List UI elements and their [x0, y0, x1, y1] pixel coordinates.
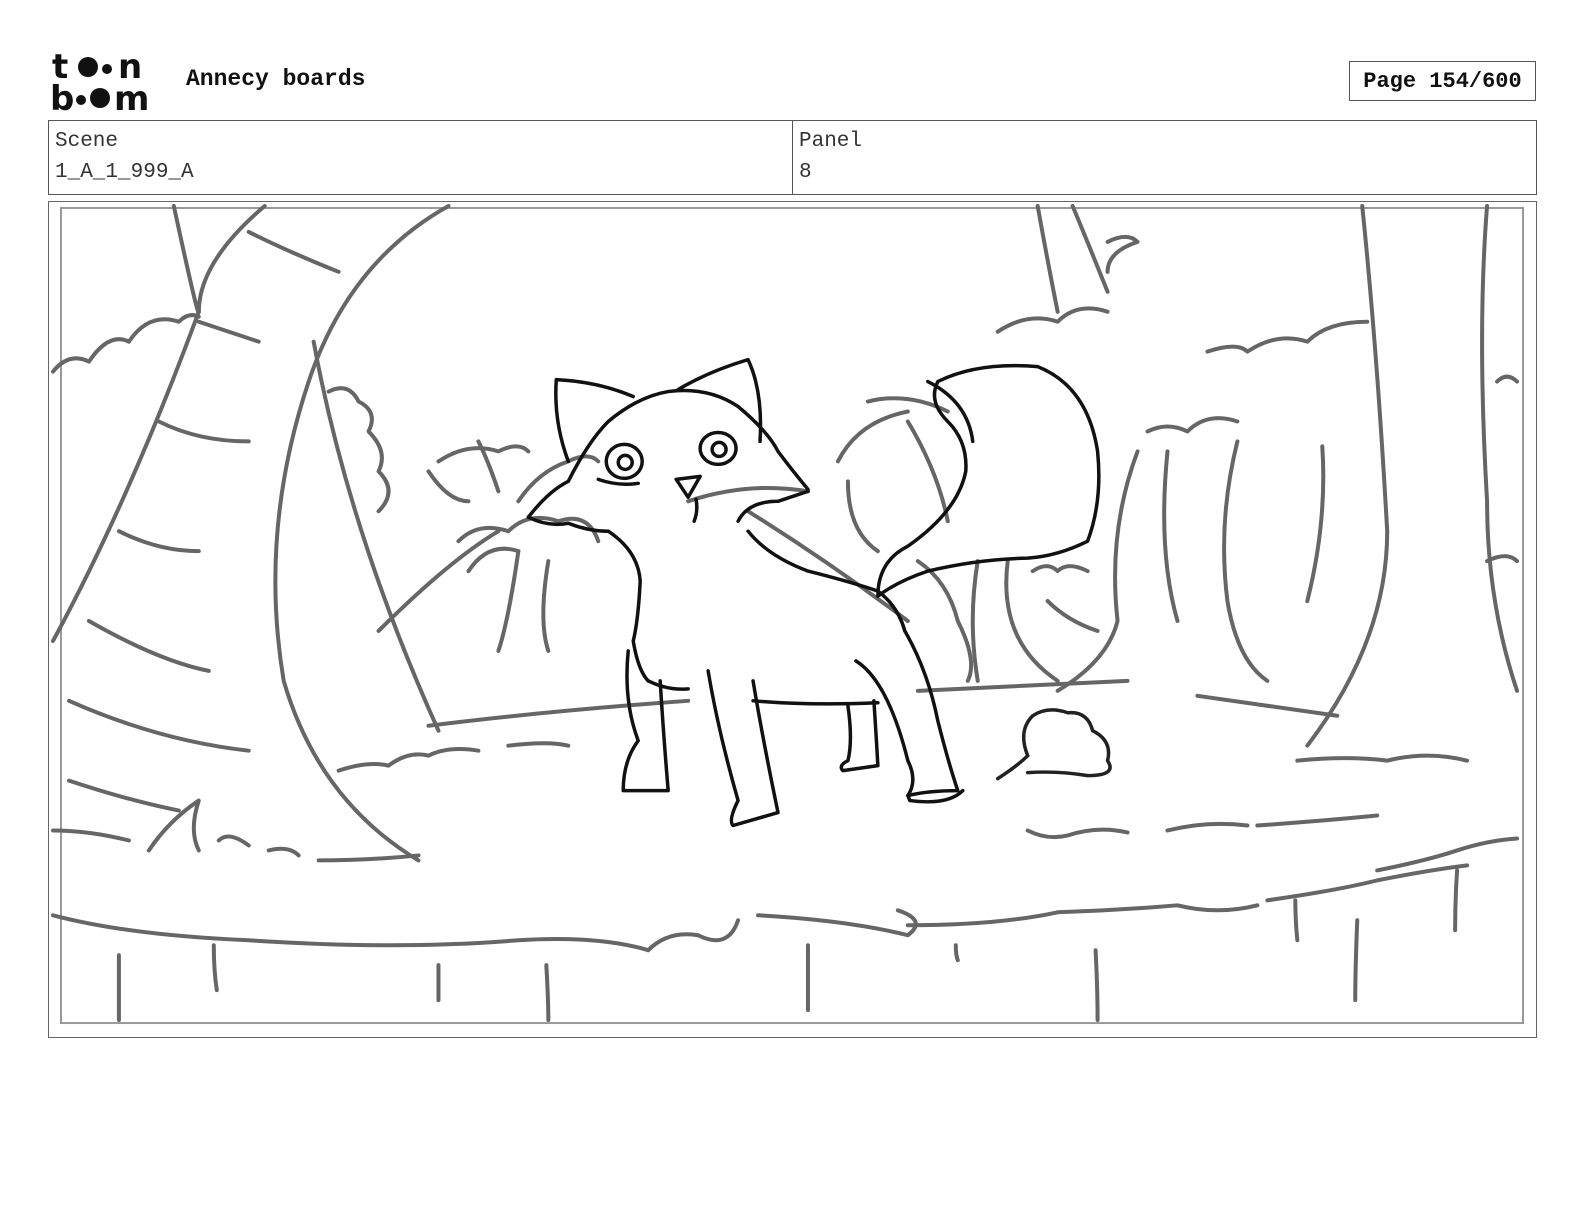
panel-value: 8 — [799, 161, 812, 184]
fox-character — [526, 357, 1101, 828]
page-number: Page 154/600 — [1349, 61, 1536, 101]
fox-forest-sketch — [50, 203, 1525, 1025]
svg-text:b: b — [50, 79, 74, 114]
project-title: Annecy boards — [186, 66, 366, 92]
scene-cell: Scene 1_A_1_999_A — [49, 121, 793, 194]
panel-label: Panel — [799, 130, 863, 153]
svg-text:m: m — [114, 79, 149, 114]
scene-panel-table: Scene 1_A_1_999_A Panel 8 — [48, 120, 1537, 195]
storyboard-panel — [48, 201, 1537, 1038]
background-trees — [50, 203, 1520, 1023]
toon-boom-logo: t n b m — [50, 47, 165, 119]
scene-label: Scene — [55, 130, 119, 153]
panel-cell: Panel 8 — [793, 121, 1536, 194]
safe-frame — [59, 206, 1525, 1025]
logo-mark: t n b m — [50, 47, 149, 119]
small-bush — [995, 708, 1112, 781]
scene-value: 1_A_1_999_A — [55, 161, 194, 184]
